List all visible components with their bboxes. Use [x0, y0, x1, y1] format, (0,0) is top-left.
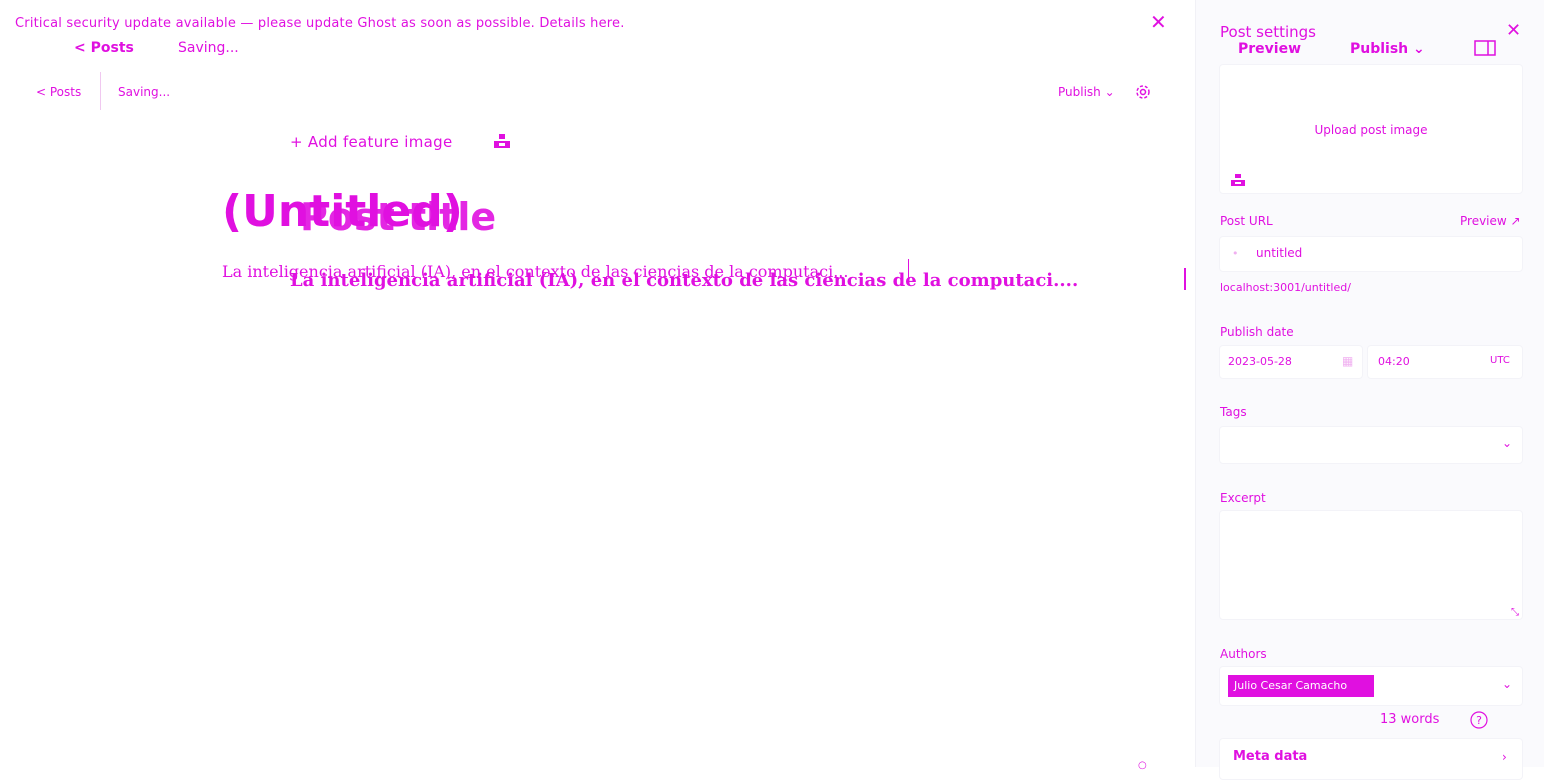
help-icon[interactable]: ? — [1469, 711, 1489, 733]
full-url-text: localhost:3001/untitled/ — [1220, 281, 1351, 294]
editor-saving-status: Saving... — [118, 85, 171, 99]
gear-icon[interactable] — [1134, 83, 1152, 105]
unsplash-icon[interactable] — [1230, 172, 1246, 191]
authors-label: Authors — [1220, 647, 1267, 661]
calendar-icon[interactable]: ▦ — [1342, 354, 1353, 368]
tags-label: Tags — [1220, 405, 1247, 419]
preview-button[interactable]: Preview — [1238, 41, 1301, 57]
close-icon[interactable]: ✕ — [1150, 12, 1167, 32]
editor-back-link[interactable]: < Posts — [36, 85, 81, 99]
saving-status: Saving... — [178, 40, 239, 56]
back-to-posts-link[interactable]: < Posts — [74, 40, 134, 56]
sidebar-toggle-icon[interactable] — [1474, 40, 1496, 60]
publish-date-input[interactable]: 2023-05-28 ▦ — [1219, 345, 1363, 379]
post-image-upload[interactable]: Upload post image — [1219, 64, 1523, 194]
post-title-input[interactable]: Post title — [300, 195, 496, 239]
post-url-label: Post URL — [1220, 214, 1273, 228]
svg-text:?: ? — [1476, 714, 1482, 727]
sidebar-title: Post settings — [1220, 23, 1316, 41]
excerpt-label: Excerpt — [1220, 491, 1266, 505]
add-feature-image-button[interactable]: + Add feature image — [290, 133, 453, 151]
tags-input[interactable]: ⌄ — [1219, 426, 1523, 464]
preview-link[interactable]: Preview ↗ — [1460, 214, 1521, 228]
post-url-value: untitled — [1256, 246, 1303, 260]
publish-button[interactable]: Publish ⌄ — [1350, 41, 1425, 57]
meta-data-label: Meta data — [1233, 749, 1308, 764]
authors-input[interactable]: Julio Cesar Camacho ⌄ — [1219, 666, 1523, 706]
excerpt-textarea[interactable]: ⤡ — [1219, 510, 1523, 620]
timezone-label: UTC — [1490, 355, 1510, 366]
chevron-right-icon[interactable]: › — [1502, 750, 1507, 764]
post-settings-sidebar: Post settings ✕ Preview Publish ⌄ Upload… — [1195, 0, 1544, 780]
author-chip[interactable]: Julio Cesar Camacho — [1228, 675, 1374, 697]
header-divider — [100, 72, 101, 110]
text-caret — [1184, 268, 1186, 290]
meta-data-section[interactable]: Meta data › — [1219, 738, 1523, 780]
chevron-down-icon[interactable]: ⌄ — [1502, 677, 1512, 691]
time-value: 04:20 — [1378, 355, 1410, 368]
upload-post-image-label[interactable]: Upload post image — [1220, 123, 1522, 137]
unsplash-icon[interactable] — [493, 133, 511, 153]
post-url-input[interactable]: • untitled — [1219, 236, 1523, 272]
word-count: 13 words — [1380, 712, 1440, 727]
publish-time-input[interactable]: 04:20 UTC — [1367, 345, 1523, 379]
chevron-down-icon[interactable]: ⌄ — [1502, 436, 1512, 450]
word-count-dot: ○ — [1138, 760, 1147, 771]
publish-date-label: Publish date — [1220, 325, 1294, 339]
date-value: 2023-05-28 — [1228, 355, 1292, 368]
editor-area: Critical security update available — ple… — [0, 0, 1195, 771]
close-icon[interactable]: ✕ — [1506, 20, 1521, 41]
link-icon: • — [1232, 247, 1239, 260]
resize-handle-icon[interactable]: ⤡ — [1511, 607, 1519, 618]
publish-dropdown-button[interactable]: Publish ⌄ — [1058, 85, 1115, 99]
post-body-text-overlay[interactable]: La inteligencia artificial (IA), en el c… — [290, 270, 1078, 291]
security-banner-text[interactable]: Critical security update available — ple… — [15, 16, 625, 31]
